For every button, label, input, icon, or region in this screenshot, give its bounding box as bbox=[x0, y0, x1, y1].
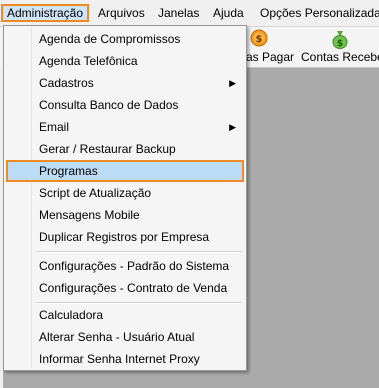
menu-item-calculadora[interactable]: Calculadora bbox=[6, 304, 244, 326]
menu-item-label: Email bbox=[39, 120, 70, 134]
menu-item-config-contrato-venda[interactable]: Configurações - Contrato de Venda bbox=[6, 277, 244, 299]
menu-item-label: Configurações - Contrato de Venda bbox=[39, 281, 228, 295]
menu-item-label: Gerar / Restaurar Backup bbox=[39, 142, 176, 156]
menu-item-label: Calculadora bbox=[39, 308, 104, 322]
money-bag-green-icon: $ bbox=[332, 31, 348, 49]
menu-item-duplicar-registros[interactable]: Duplicar Registros por Empresa bbox=[6, 226, 244, 248]
menu-bar: Administração Arquivos Janelas Ajuda Opç… bbox=[0, 0, 379, 27]
menu-item-label: Configurações - Padrão do Sistema bbox=[39, 259, 230, 273]
menu-item-cadastros[interactable]: Cadastros ▶ bbox=[6, 72, 244, 94]
menu-item-label: Mensagens Mobile bbox=[39, 208, 140, 222]
menu-item-label: Cadastros bbox=[39, 76, 94, 90]
toolbar-contas-receber-button[interactable]: $ Contas Receber bbox=[299, 27, 379, 67]
menu-item-label: Programas bbox=[39, 164, 98, 178]
submenu-arrow-icon: ▶ bbox=[229, 122, 236, 132]
menu-administracao[interactable]: Administração bbox=[1, 4, 90, 22]
menu-item-label: Agenda de Compromissos bbox=[39, 32, 181, 46]
administracao-dropdown-menu: Agenda de Compromissos Agenda Telefônica… bbox=[3, 25, 247, 371]
menu-item-agenda-compromissos[interactable]: Agenda de Compromissos bbox=[6, 28, 244, 50]
menu-item-mensagens-mobile[interactable]: Mensagens Mobile bbox=[6, 204, 244, 226]
menu-item-script-atualizacao[interactable]: Script de Atualização bbox=[6, 182, 244, 204]
menu-item-email[interactable]: Email ▶ bbox=[6, 116, 244, 138]
toolbar-contas-receber-label: Contas Receber bbox=[301, 50, 379, 64]
menu-item-consulta-banco-dados[interactable]: Consulta Banco de Dados bbox=[6, 94, 244, 116]
menu-item-alterar-senha[interactable]: Alterar Senha - Usuário Atual bbox=[6, 326, 244, 348]
menu-item-config-padrao-sistema[interactable]: Configurações - Padrão do Sistema bbox=[6, 255, 244, 277]
menu-item-label: Script de Atualização bbox=[39, 186, 152, 200]
menu-item-agenda-telefonica[interactable]: Agenda Telefônica bbox=[6, 50, 244, 72]
menu-item-label: Alterar Senha - Usuário Atual bbox=[39, 330, 195, 344]
menu-separator bbox=[36, 251, 242, 253]
menu-item-label: Duplicar Registros por Empresa bbox=[39, 230, 210, 244]
toolbar-contas-pagar-label: as Pagar bbox=[246, 50, 295, 64]
menu-item-gerar-restaurar-backup[interactable]: Gerar / Restaurar Backup bbox=[6, 138, 244, 160]
menu-item-label: Informar Senha Internet Proxy bbox=[39, 352, 200, 366]
toolbar-contas-pagar-button[interactable]: $ as Pagar bbox=[246, 27, 296, 67]
menu-item-label: Agenda Telefônica bbox=[39, 54, 138, 68]
menu-janelas[interactable]: Janelas bbox=[153, 4, 204, 22]
money-orange-icon: $ bbox=[250, 29, 268, 47]
menu-item-label: Consulta Banco de Dados bbox=[39, 98, 179, 112]
menu-ajuda[interactable]: Ajuda bbox=[208, 4, 249, 22]
svg-text:$: $ bbox=[256, 34, 263, 45]
svg-text:$: $ bbox=[337, 39, 343, 49]
menu-opcoes-personalizadas[interactable]: Opções Personalizadas bbox=[255, 4, 379, 22]
submenu-arrow-icon: ▶ bbox=[229, 78, 236, 88]
menu-item-programas[interactable]: Programas bbox=[6, 160, 244, 182]
menu-item-senha-internet-proxy[interactable]: Informar Senha Internet Proxy bbox=[6, 348, 244, 370]
menu-arquivos[interactable]: Arquivos bbox=[93, 4, 150, 22]
